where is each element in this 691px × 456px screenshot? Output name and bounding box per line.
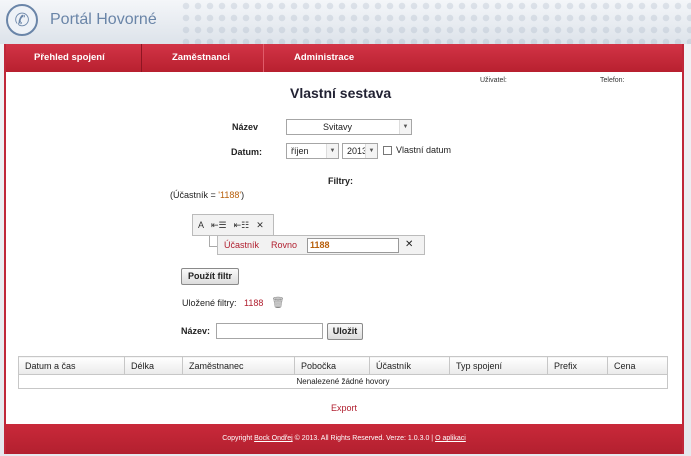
saved-filter-item[interactable]: 1188 [244, 298, 263, 308]
year-select[interactable]: 2013 ▼ [342, 143, 378, 159]
filter-group-toolbar: A ⇤☰ ⇤☷ ✕ [192, 214, 274, 236]
filter-tree-connector [209, 236, 217, 247]
filters-label: Filtry: [328, 176, 354, 186]
custom-date-checkbox[interactable] [383, 146, 392, 155]
nav-item-zamestnanci[interactable]: Zaměstnanci [142, 44, 264, 72]
add-group-icon[interactable]: ⇤☷ [234, 220, 250, 231]
trash-icon[interactable]: 🗑 [271, 296, 285, 309]
rule-value-input[interactable]: 1188 [307, 238, 399, 253]
nav-item-administrace[interactable]: Administrace [264, 44, 354, 72]
filter-rule: Účastník Rovno 1188 ✕ [217, 235, 425, 255]
empty-message: Nenalezené žádné hovory [18, 374, 668, 389]
filter-expr-value: '1188' [218, 190, 242, 200]
footer: Copyright Bock Ondřej © 2013. All Rights… [6, 424, 682, 454]
month-select[interactable]: říjen ▼ [286, 143, 339, 159]
app-title: Portál Hovorné [50, 11, 157, 28]
header-pattern [180, 0, 691, 44]
save-name-label: Název: [181, 326, 211, 336]
filter-expr-open: (Účastník = [170, 190, 219, 200]
column-header[interactable]: Účastník [369, 356, 450, 375]
column-header[interactable]: Typ spojení [449, 356, 548, 375]
rule-operator[interactable]: Rovno [271, 240, 297, 250]
footer-copyright: Copyright [222, 435, 253, 442]
footer-rights: © 2013. All Rights Reserved. Verze: 1.0.… [294, 435, 434, 442]
column-header[interactable]: Pobočka [294, 356, 370, 375]
logic-and-button[interactable]: A [198, 220, 204, 230]
chevron-down-icon: ▼ [365, 144, 377, 158]
page-title: Vlastní sestava [290, 85, 392, 101]
main-frame: Přehled spojení Zaměstnanci Administrace… [4, 44, 684, 454]
export-wrap: Export [6, 403, 682, 413]
app-header: ✆ Portál Hovorné [0, 0, 691, 44]
filter-expression: (Účastník = '1188') [170, 190, 244, 200]
nav-item-prehled-spojeni[interactable]: Přehled spojení [6, 44, 142, 72]
name-label: Název [232, 122, 259, 132]
chevron-down-icon: ▼ [326, 144, 338, 158]
table-header-row: Datum a čas Délka Zaměstnanec Pobočka Úč… [18, 356, 668, 375]
author-link[interactable]: Bock Ondřej [254, 435, 293, 442]
save-name-input[interactable] [216, 323, 323, 339]
column-header[interactable]: Délka [124, 356, 183, 375]
phone-icon: ✆ [6, 4, 38, 36]
saved-filters-label: Uložené filtry: [182, 298, 237, 308]
about-link[interactable]: O aplikaci [435, 435, 466, 442]
column-header[interactable]: Datum a čas [18, 356, 125, 375]
table-row: Nenalezené žádné hovory [18, 374, 668, 389]
calls-table: Datum a čas Délka Zaměstnanec Pobočka Úč… [18, 356, 668, 389]
date-label: Datum: [231, 147, 262, 157]
close-icon[interactable]: ✕ [405, 239, 413, 250]
user-label: Uživatel: [480, 77, 507, 84]
rule-field[interactable]: Účastník [224, 240, 259, 250]
save-button[interactable]: Uložit [327, 323, 363, 340]
column-header[interactable]: Cena [607, 356, 668, 375]
name-select-value: Svitavy [323, 122, 353, 132]
column-header[interactable]: Zaměstnanec [182, 356, 295, 375]
column-header[interactable]: Prefix [547, 356, 608, 375]
close-icon[interactable]: ✕ [256, 220, 264, 231]
custom-date-label: Vlastní datum [396, 145, 452, 155]
add-rule-icon[interactable]: ⇤☰ [211, 220, 227, 231]
main-nav: Přehled spojení Zaměstnanci Administrace [6, 44, 682, 72]
filter-expr-close: ) [241, 190, 245, 200]
month-select-value: říjen [291, 146, 309, 156]
name-select[interactable]: Svitavy ▼ [286, 119, 412, 135]
export-link[interactable]: Export [331, 403, 357, 413]
chevron-down-icon: ▼ [399, 120, 411, 134]
apply-filter-button[interactable]: Použít filtr [181, 268, 239, 285]
phone-label: Telefon: [600, 77, 625, 84]
